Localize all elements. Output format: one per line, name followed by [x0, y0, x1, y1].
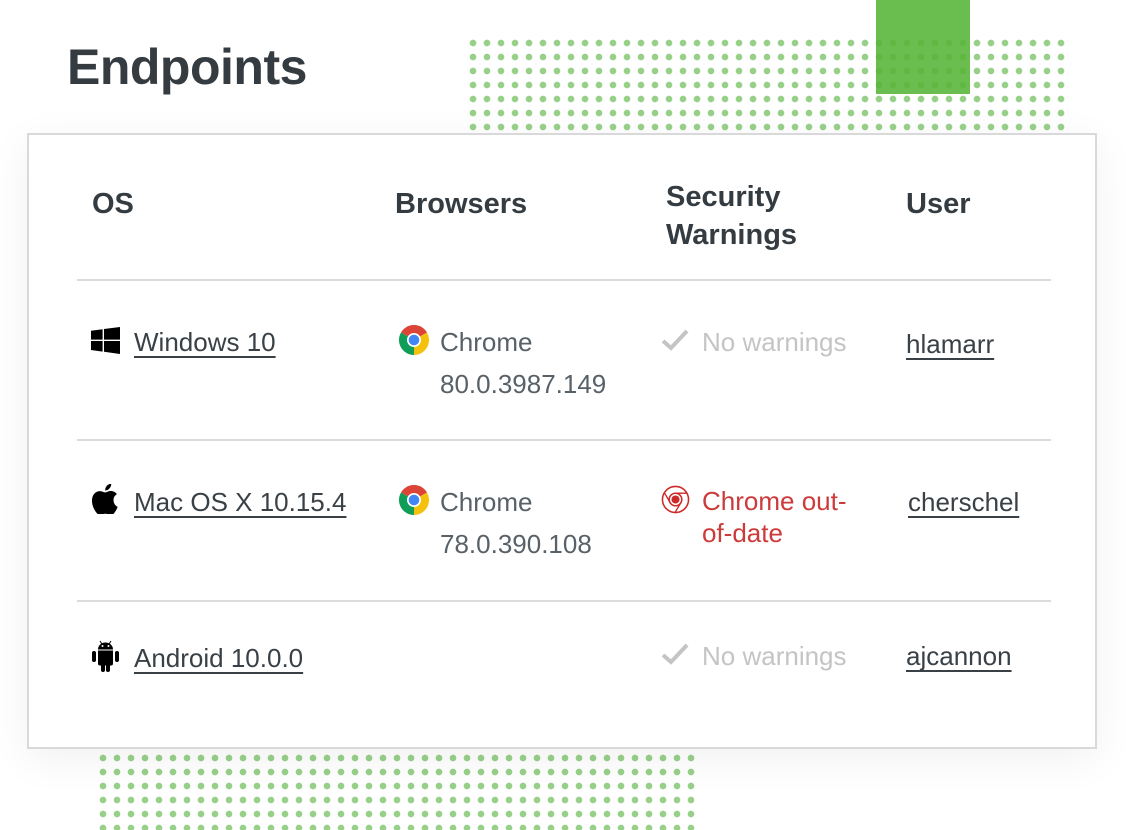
header-divider — [77, 279, 1051, 281]
warning-status-text: No warnings — [702, 321, 847, 363]
checkmark-icon — [661, 329, 689, 356]
browser-name: Chrome — [440, 481, 532, 523]
row-divider — [77, 600, 1051, 602]
os-link[interactable]: Windows 10 — [134, 321, 276, 363]
apple-icon — [92, 484, 118, 519]
warning-status-text: Chrome out- of-date — [702, 485, 847, 549]
page-title: Endpoints — [67, 38, 307, 96]
browser-version: 78.0.390.108 — [440, 523, 592, 565]
decorative-green-square — [876, 0, 970, 94]
windows-icon — [91, 327, 120, 359]
chrome-outdated-icon — [661, 485, 690, 519]
warning-text-line2: of-date — [702, 517, 847, 549]
browser-version: 80.0.3987.149 — [440, 363, 606, 405]
decorative-dot-pattern-bottom — [96, 751, 696, 830]
android-icon — [91, 640, 120, 677]
column-header-browsers: Browsers — [395, 185, 527, 223]
user-link[interactable]: ajcannon — [906, 635, 1012, 677]
endpoints-table-card: OS Browsers Security Warnings User Windo… — [27, 133, 1097, 749]
column-header-security-line2: Warnings — [666, 216, 797, 254]
decorative-dot-pattern-top — [466, 36, 1068, 132]
user-link[interactable]: hlamarr — [906, 323, 994, 365]
chrome-icon — [399, 485, 429, 520]
warning-status-text: No warnings — [702, 635, 847, 677]
row-divider — [77, 439, 1051, 441]
column-header-os: OS — [92, 185, 134, 223]
os-link[interactable]: Android 10.0.0 — [134, 637, 303, 679]
column-header-user: User — [906, 185, 971, 223]
column-header-security-warnings: Security Warnings — [666, 178, 797, 254]
checkmark-icon — [661, 643, 689, 670]
chrome-icon — [399, 325, 429, 360]
warning-text-line1: Chrome out- — [702, 485, 847, 517]
user-link[interactable]: cherschel — [908, 481, 1019, 523]
browser-name: Chrome — [440, 321, 532, 363]
os-link[interactable]: Mac OS X 10.15.4 — [134, 481, 346, 523]
column-header-security-line1: Security — [666, 178, 797, 216]
